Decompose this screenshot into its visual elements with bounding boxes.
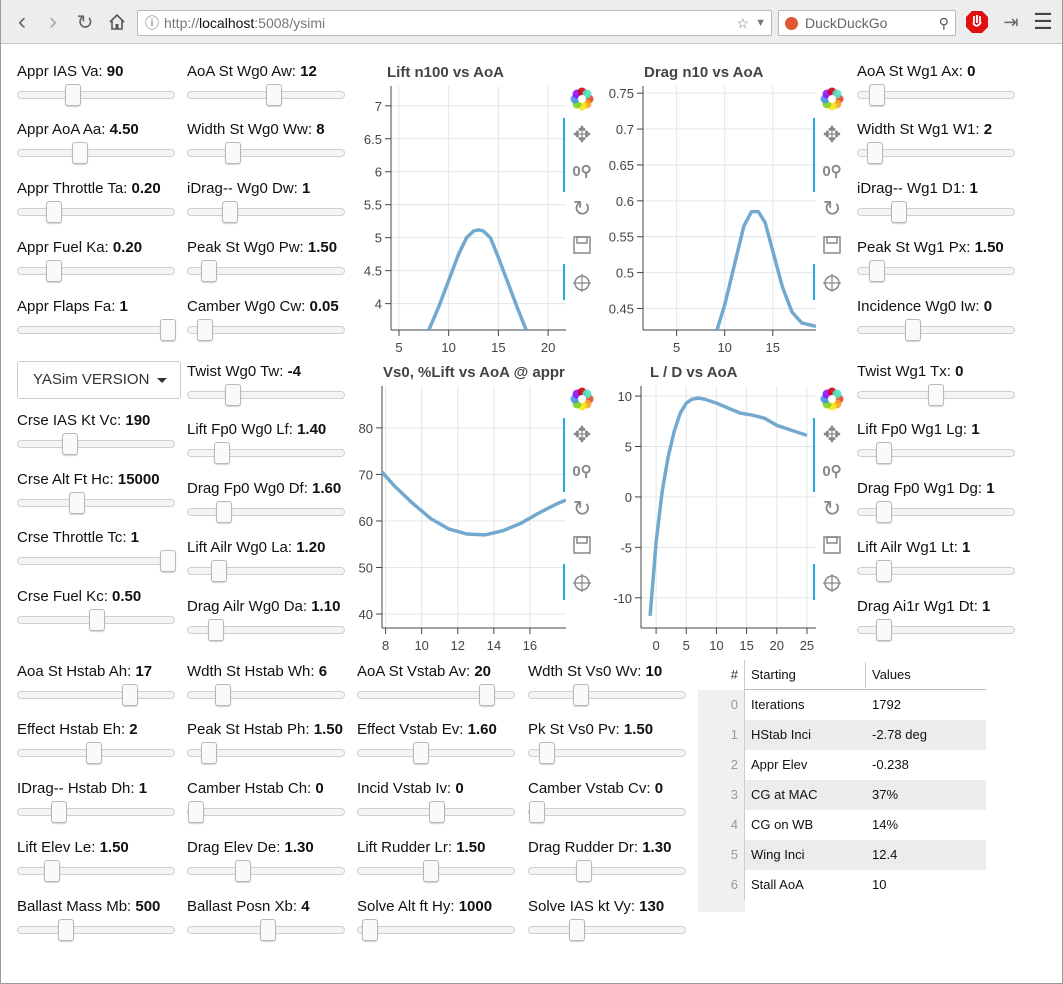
header-starting: Starting [751,667,796,682]
table-row[interactable]: 0 Iterations 1792 [698,690,986,720]
row-name: CG at MAC [751,787,818,802]
table-header: # Starting Values [698,660,986,690]
table-row[interactable]: 2 Appr Elev -0.238 [698,750,986,780]
wheel-zoom-icon[interactable]: 0⚲ [819,458,845,484]
row-value: 10 [872,877,887,892]
save-icon[interactable] [819,532,845,558]
x-tick-label: 25 [800,638,814,653]
row-index: 6 [698,870,745,900]
row-name: Stall AoA [751,877,804,892]
header-separator [865,662,866,688]
table-row[interactable]: 4 CG on WB 14% [698,810,986,840]
row-value: 14% [872,817,899,832]
row-name: HStab Inci [751,727,811,742]
row-name: Iterations [751,697,805,712]
row-value: -2.78 deg [872,727,927,742]
x-tick-label: 0 [652,638,659,653]
row-value: 1792 [872,697,901,712]
row-index: 0 [698,690,745,720]
series-line [648,396,808,617]
table-row[interactable]: 5 Wing Inci 12.4 [698,840,986,870]
table-index-gutter [698,900,745,912]
bokeh-logo-icon[interactable] [819,386,845,412]
x-tick-label: 20 [770,638,784,653]
row-value: 37% [872,787,899,802]
table-row[interactable]: 1 HStab Inci -2.78 deg [698,720,986,750]
x-tick-label: 10 [709,638,723,653]
header-index: # [698,660,745,690]
row-index: 3 [698,780,745,810]
row-index: 2 [698,750,745,780]
row-name: Appr Elev [751,757,808,772]
results-table: # Starting Values 0 Iterations 1792 1 HStab … [698,660,986,912]
row-index: 5 [698,840,745,870]
y-tick-label: -5 [620,540,632,555]
row-index: 4 [698,810,745,840]
active-tool-indicator [813,418,815,456]
y-tick-label: 10 [618,389,632,404]
y-tick-label: 5 [625,440,632,455]
pan-tool-icon[interactable]: ✥ [819,422,845,448]
table-row[interactable]: 6 Stall AoA 10 [698,870,986,900]
row-index: 1 [698,720,745,750]
plot-toolbar-ld: ✥ 0⚲ ↻ [813,384,847,604]
active-tool-indicator [813,564,815,600]
header-values: Values [872,667,911,682]
reset-icon[interactable]: ↻ [819,496,845,522]
table-row[interactable]: 3 CG at MAC 37% [698,780,986,810]
active-tool-indicator [813,452,815,492]
x-tick-label: 15 [739,638,753,653]
x-tick-label: 5 [683,638,690,653]
hover-crosshair-icon[interactable] [819,570,845,596]
browser-window: ‹ › ↻ ⓘ http://localhost:5008/ysimi ☆ ▼ … [0,0,1063,984]
row-name: CG on WB [751,817,814,832]
y-tick-label: -10 [613,591,632,606]
table-body: 0 Iterations 1792 1 HStab Inci -2.78 deg 2 Appr… [698,690,986,900]
row-value: -0.238 [872,757,909,772]
row-value: 12.4 [872,847,898,862]
row-name: Wing Inci [751,847,805,862]
y-tick-label: 0 [625,490,632,505]
